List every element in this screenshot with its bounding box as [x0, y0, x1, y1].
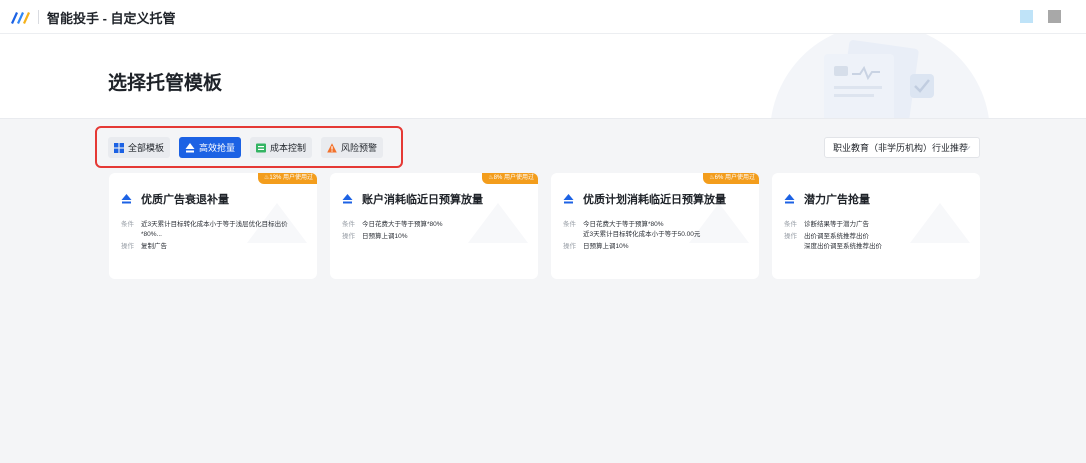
filter-label: 成本控制	[270, 143, 307, 153]
industry-select[interactable]: 职业教育（非学历机构）行业推荐	[824, 137, 980, 158]
brand-logo-icon	[11, 12, 30, 24]
action-row: 操作 日预算上调10%	[342, 232, 532, 242]
action-text: 日预算上调10%	[362, 233, 408, 240]
card-rules: 条件 诊断结果等于潜力广告 操作 出价调至系统推荐出价 深度出价调至系统推荐出价	[784, 220, 974, 254]
card-title: 优质计划消耗临近日预算放量	[583, 194, 726, 206]
boost-icon	[342, 194, 353, 204]
chevron-down-icon	[963, 146, 971, 151]
title-divider	[38, 10, 39, 24]
boost-icon	[185, 142, 195, 152]
filter-label: 风险预警	[341, 143, 378, 153]
filter-cost-control[interactable]: 成本控制	[250, 137, 313, 158]
card-header: 账户消耗临近日预算放量	[342, 191, 483, 207]
condition-row: 条件 近3天累计目标转化成本小于等于浅层优化目标出价 *80%...	[121, 220, 311, 240]
card-header: 潜力广告抢量	[784, 191, 870, 207]
page-header: 选择托管模板	[0, 34, 1086, 119]
action-label: 操作	[121, 243, 134, 250]
condition-row: 条件 诊断结果等于潜力广告	[784, 220, 974, 230]
condition-text: 诊断结果等于潜力广告	[804, 221, 869, 228]
condition-text: 近3天累计目标转化成本小于等于浅层优化目标出价	[141, 221, 288, 228]
window-button-minimize[interactable]	[1020, 10, 1033, 23]
action-label: 操作	[563, 243, 576, 250]
cost-icon	[256, 143, 266, 152]
template-card[interactable]: 潜力广告抢量 条件 诊断结果等于潜力广告 操作 出价调至系统推荐出价 深度出价调…	[772, 173, 980, 279]
grid-icon	[114, 142, 124, 153]
page-title: 选择托管模板	[108, 73, 223, 94]
filter-risk-warning[interactable]: 风险预警	[321, 137, 384, 158]
condition-text: 今日花费大于等于预算*80%	[583, 221, 664, 228]
usage-badge: ♨13% 用户使用过	[257, 173, 317, 184]
header-illustration-icon	[771, 34, 989, 118]
app-title: 智能投手 - 自定义托管	[47, 11, 176, 26]
usage-badge: ♨6% 用户使用过	[703, 173, 759, 184]
condition-text: *80%...	[141, 231, 162, 238]
action-row: 操作 复制广告	[121, 242, 311, 252]
boost-icon	[563, 194, 574, 204]
card-header: 优质广告衰退补量	[121, 191, 229, 207]
filter-all-templates[interactable]: 全部模板	[108, 137, 171, 158]
action-text: 复制广告	[141, 243, 167, 250]
template-card[interactable]: ♨13% 用户使用过 优质广告衰退补量 条件 近3天累计目标转化成本小于等于浅层…	[109, 173, 317, 279]
condition-text: 近3天累计目标转化成本小于等于50.00元	[583, 231, 701, 238]
card-header: 优质计划消耗临近日预算放量	[563, 191, 726, 207]
card-title: 优质广告衰退补量	[141, 194, 229, 206]
action-text: 日预算上调10%	[583, 243, 629, 250]
condition-label: 条件	[121, 221, 134, 228]
card-title: 潜力广告抢量	[804, 194, 870, 206]
card-rules: 条件 近3天累计目标转化成本小于等于浅层优化目标出价 *80%... 操作 复制…	[121, 220, 311, 254]
card-rules: 条件 今日花费大于等于预算*80% 近3天累计目标转化成本小于等于50.00元 …	[563, 220, 753, 254]
usage-badge: ♨8% 用户使用过	[482, 173, 538, 184]
condition-row: 条件 今日花费大于等于预算*80%	[342, 220, 532, 230]
template-card[interactable]: ♨6% 用户使用过 优质计划消耗临近日预算放量 条件 今日花费大于等于预算*80…	[551, 173, 759, 279]
card-title: 账户消耗临近日预算放量	[362, 194, 483, 206]
condition-row: 条件 今日花费大于等于预算*80% 近3天累计目标转化成本小于等于50.00元	[563, 220, 753, 240]
card-rules: 条件 今日花费大于等于预算*80% 操作 日预算上调10%	[342, 220, 532, 244]
filter-efficient-boost[interactable]: 高效抢量	[179, 137, 242, 158]
action-label: 操作	[784, 233, 797, 240]
action-label: 操作	[342, 233, 355, 240]
condition-text: 今日花费大于等于预算*80%	[362, 221, 443, 228]
warning-icon	[327, 142, 337, 152]
action-text: 深度出价调至系统推荐出价	[804, 243, 882, 250]
action-row: 操作 出价调至系统推荐出价 深度出价调至系统推荐出价	[784, 232, 974, 252]
template-card[interactable]: ♨8% 用户使用过 账户消耗临近日预算放量 条件 今日花费大于等于预算*80% …	[330, 173, 538, 279]
title-bar: 智能投手 - 自定义托管	[0, 0, 1086, 34]
condition-label: 条件	[342, 221, 355, 228]
condition-label: 条件	[784, 221, 797, 228]
condition-label: 条件	[563, 221, 576, 228]
filter-label: 高效抢量	[199, 143, 236, 153]
boost-icon	[784, 194, 795, 204]
industry-select-value: 职业教育（非学历机构）行业推荐	[833, 143, 969, 153]
action-text: 出价调至系统推荐出价	[804, 233, 869, 240]
action-row: 操作 日预算上调10%	[563, 242, 753, 252]
window-button-maximize[interactable]	[1048, 10, 1061, 23]
boost-icon	[121, 194, 132, 204]
filter-label: 全部模板	[128, 143, 165, 153]
